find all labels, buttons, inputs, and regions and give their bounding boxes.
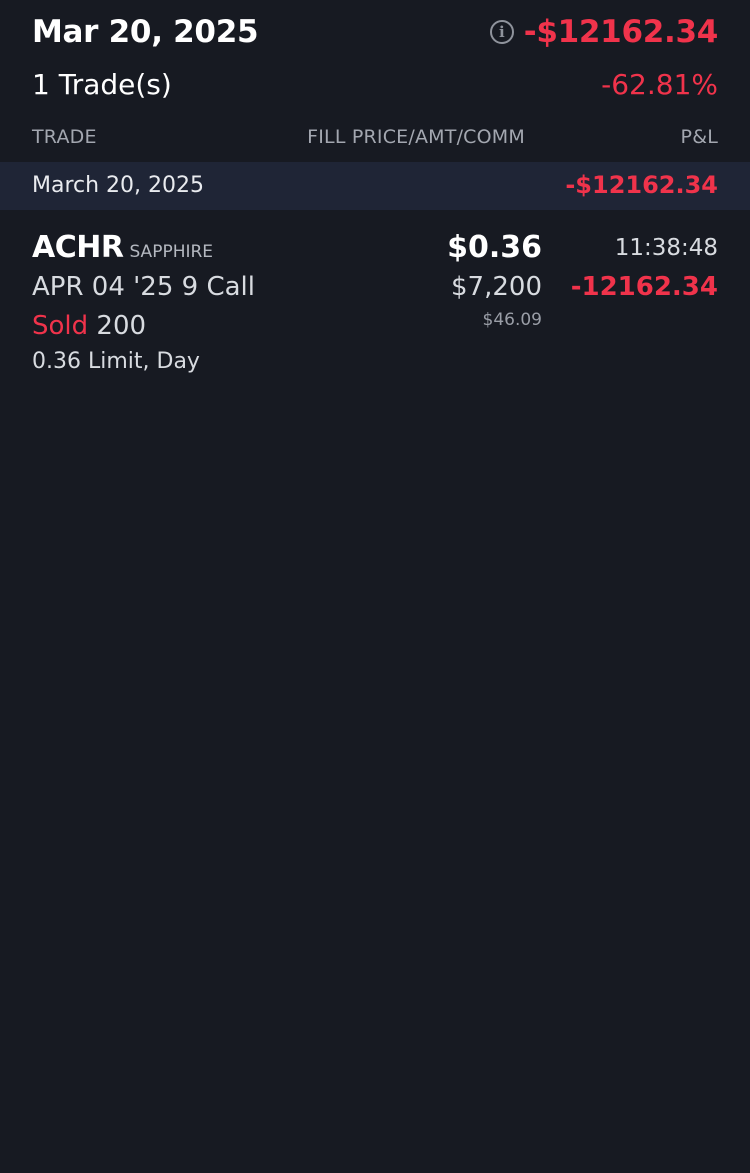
trade-symbol: ACHR xyxy=(32,230,124,265)
trade-contract: APR 04 '25 9 Call xyxy=(32,272,255,302)
date-group-header: March 20, 2025 -$12162.34 xyxy=(0,162,750,210)
info-icon[interactable]: i xyxy=(489,20,514,44)
date-group-pnl: -$12162.34 xyxy=(565,171,718,199)
trade-account: SAPPHIRE xyxy=(129,242,214,262)
trade-row[interactable]: ACHR SAPPHIRE APR 04 '25 9 Call Sold 200… xyxy=(0,210,750,390)
trade-count: 1 Trade(s) xyxy=(32,68,172,101)
total-pnl: -$12162.34 xyxy=(523,14,719,50)
column-header-trade: TRADE xyxy=(32,126,97,148)
date-group-label: March 20, 2025 xyxy=(32,173,205,198)
trade-fill-price: $0.36 xyxy=(447,230,542,265)
trade-time: 11:38:48 xyxy=(614,235,718,261)
trade-quantity: 200 xyxy=(96,311,147,341)
trade-pnl: -12162.34 xyxy=(570,272,718,302)
trade-amount: $7,200 xyxy=(451,272,542,302)
column-header-fill: FILL PRICE/AMT/COMM xyxy=(307,126,525,148)
pnl-percent: -62.81% xyxy=(601,68,718,101)
trade-order-type: 0.36 Limit, Day xyxy=(32,349,200,374)
summary-header: Mar 20, 2025 i -$12162.34 1 Trade(s) -62… xyxy=(0,0,750,162)
symbol-line: ACHR SAPPHIRE xyxy=(32,230,213,265)
column-header-pnl: P&L xyxy=(680,126,718,148)
trade-commission: $46.09 xyxy=(482,310,542,330)
trade-action: Sold 200 xyxy=(32,311,146,341)
trade-side: Sold xyxy=(32,311,89,341)
page-title: Mar 20, 2025 xyxy=(32,14,259,50)
total-pnl-container: i -$12162.34 xyxy=(489,14,719,50)
